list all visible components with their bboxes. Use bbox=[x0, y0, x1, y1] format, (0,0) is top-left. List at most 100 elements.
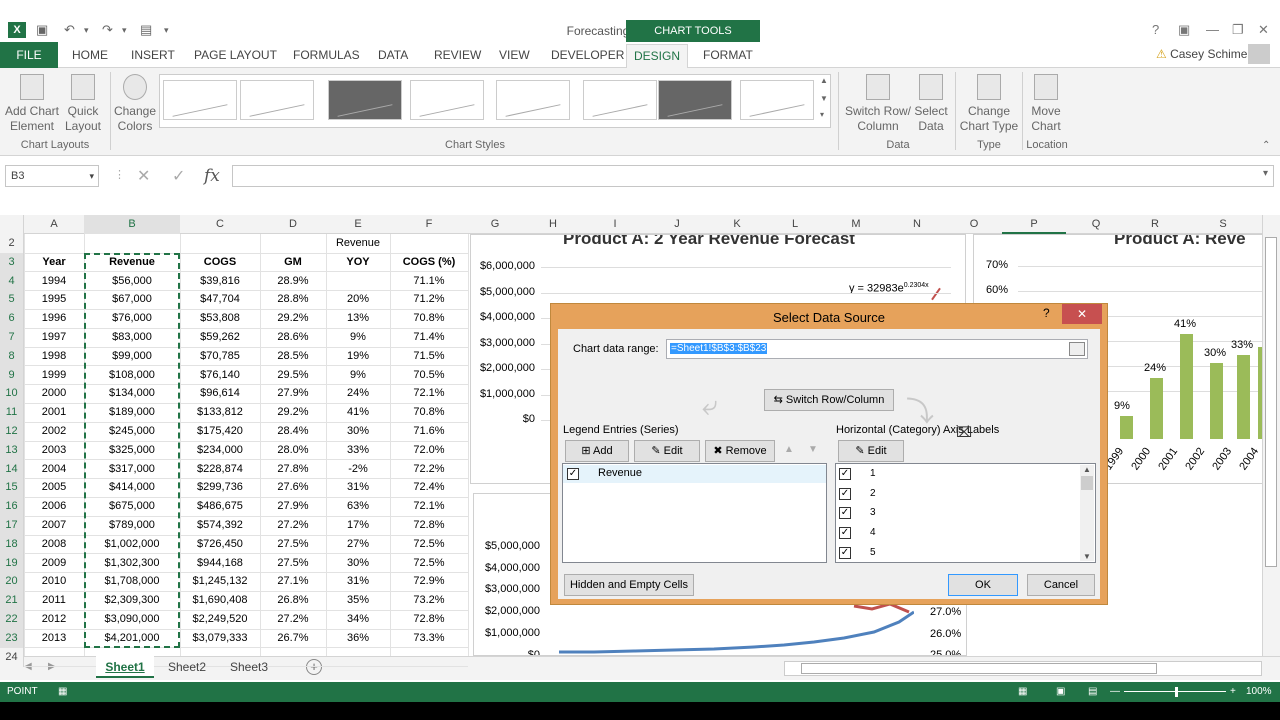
table-cell[interactable]: $299,736 bbox=[180, 478, 260, 497]
table-cell[interactable]: 1996 bbox=[24, 309, 84, 328]
table-cell[interactable]: 70.8% bbox=[390, 309, 468, 328]
row-header-22[interactable]: 22 bbox=[0, 610, 24, 629]
chart-style-thumb[interactable] bbox=[163, 80, 237, 120]
table-cell[interactable]: 71.2% bbox=[390, 290, 468, 309]
table-cell[interactable]: 2002 bbox=[24, 422, 84, 441]
row-header-12[interactable]: 12 bbox=[0, 422, 24, 441]
row-header-15[interactable]: 15 bbox=[0, 478, 24, 498]
row-header-10[interactable]: 10 bbox=[0, 384, 24, 404]
table-cell[interactable]: 33% bbox=[326, 441, 390, 460]
table-cell[interactable]: 2009 bbox=[24, 554, 84, 573]
tab-home[interactable]: HOME bbox=[72, 47, 108, 67]
table-cell[interactable]: $234,000 bbox=[180, 441, 260, 460]
table-cell[interactable]: 30% bbox=[326, 422, 390, 441]
row-header-18[interactable]: 18 bbox=[0, 534, 24, 554]
column-header-c[interactable]: C bbox=[180, 215, 260, 234]
row-header-13[interactable]: 13 bbox=[0, 440, 24, 460]
yoy-bar[interactable] bbox=[1237, 354, 1250, 439]
row-header-2[interactable]: 2 bbox=[0, 234, 24, 253]
table-cell[interactable]: $47,704 bbox=[180, 290, 260, 309]
table-cell[interactable]: 29.2% bbox=[260, 403, 326, 422]
row-header-4[interactable]: 4 bbox=[0, 271, 24, 291]
column-header-m[interactable]: M bbox=[824, 215, 888, 234]
table-cell[interactable]: $2,249,520 bbox=[180, 610, 260, 629]
dialog-close-button[interactable]: ✕ bbox=[1062, 304, 1102, 324]
table-cell[interactable]: -2% bbox=[326, 460, 390, 479]
tab-review[interactable]: REVIEW bbox=[434, 47, 481, 67]
chart-style-thumb[interactable] bbox=[496, 80, 570, 120]
table-cell[interactable]: 2004 bbox=[24, 460, 84, 479]
column-header-h[interactable]: H bbox=[522, 215, 584, 234]
table-cell[interactable]: 27.9% bbox=[260, 497, 326, 516]
table-cell[interactable]: 1998 bbox=[24, 347, 84, 366]
cancel-entry-icon[interactable]: ✕ bbox=[137, 166, 150, 186]
restore-icon[interactable]: ❐ bbox=[1232, 22, 1244, 38]
chart-style-thumb[interactable] bbox=[410, 80, 484, 120]
row-header-19[interactable]: 19 bbox=[0, 553, 24, 573]
tab-page-layout[interactable]: PAGE LAYOUT bbox=[194, 47, 277, 67]
table-cell[interactable]: 72.9% bbox=[390, 572, 468, 591]
table-cell[interactable]: 2013 bbox=[24, 629, 84, 648]
table-cell[interactable]: $486,675 bbox=[180, 497, 260, 516]
table-cell[interactable]: 28.8% bbox=[260, 290, 326, 309]
table-cell[interactable]: 72.2% bbox=[390, 460, 468, 479]
table-cell[interactable]: $574,392 bbox=[180, 516, 260, 535]
collapse-ribbon-icon[interactable]: ⌃ bbox=[1262, 140, 1270, 151]
category-list-item[interactable]: ✓ 2 bbox=[836, 485, 1078, 503]
zoom-thumb[interactable] bbox=[1175, 687, 1178, 697]
table-cell[interactable]: $1,245,132 bbox=[180, 572, 260, 591]
row-header-5[interactable]: 5 bbox=[0, 290, 24, 310]
table-cell[interactable]: 28.5% bbox=[260, 347, 326, 366]
table-cell[interactable]: 27.1% bbox=[260, 572, 326, 591]
table-cell[interactable]: 2001 bbox=[24, 403, 84, 422]
table-cell[interactable]: 71.6% bbox=[390, 422, 468, 441]
table-cell[interactable]: $59,262 bbox=[180, 328, 260, 347]
chart-style-thumb[interactable] bbox=[740, 80, 814, 120]
change-colors-button[interactable]: Change Colors bbox=[112, 74, 158, 134]
table-cell[interactable]: 1995 bbox=[24, 290, 84, 309]
category-checkbox[interactable]: ✓ bbox=[839, 468, 851, 480]
table-cell[interactable]: 27.9% bbox=[260, 384, 326, 403]
column-header-j[interactable]: J bbox=[646, 215, 708, 234]
axis-list-scrollbar[interactable]: ▲ ▼ bbox=[1080, 465, 1094, 561]
edit-axis-button[interactable]: ✎ Edit bbox=[838, 440, 904, 462]
category-list-item[interactable]: ✓ 1 bbox=[836, 465, 1078, 483]
sheet-tab-sheet1[interactable]: Sheet1 bbox=[96, 656, 154, 678]
table-cell[interactable]: 1994 bbox=[24, 272, 84, 291]
table-cell[interactable]: 72.5% bbox=[390, 535, 468, 554]
table-cell[interactable]: 2010 bbox=[24, 572, 84, 591]
column-header-r[interactable]: R bbox=[1126, 215, 1184, 234]
column-header-f[interactable]: F bbox=[390, 215, 468, 234]
confirm-entry-icon[interactable]: ✓ bbox=[172, 166, 185, 186]
move-down-icon[interactable]: ▼ bbox=[808, 444, 818, 455]
scroll-thumb[interactable] bbox=[1081, 476, 1093, 490]
add-chart-element-button[interactable]: Add Chart Element bbox=[2, 74, 62, 134]
table-cell[interactable]: $228,874 bbox=[180, 460, 260, 479]
table-cell[interactable]: 72.1% bbox=[390, 497, 468, 516]
gallery-down-icon[interactable]: ▼ bbox=[820, 94, 828, 103]
table-cell[interactable]: 72.0% bbox=[390, 441, 468, 460]
dialog-help-icon[interactable]: ? bbox=[1043, 306, 1050, 320]
column-header-s[interactable]: S bbox=[1184, 215, 1262, 234]
table-cell[interactable]: 63% bbox=[326, 497, 390, 516]
table-cell[interactable]: $3,079,333 bbox=[180, 629, 260, 648]
row-header-6[interactable]: 6 bbox=[0, 309, 24, 329]
quick-layout-button[interactable]: Quick Layout bbox=[60, 74, 106, 134]
column-header-p[interactable]: P bbox=[1002, 215, 1066, 234]
table-cell[interactable]: 28.0% bbox=[260, 441, 326, 460]
scroll-up-icon[interactable]: ▲ bbox=[1080, 465, 1094, 474]
chart-style-thumb[interactable] bbox=[583, 80, 657, 120]
table-cell[interactable]: $726,450 bbox=[180, 535, 260, 554]
column-header-o[interactable]: O bbox=[946, 215, 1002, 234]
close-icon[interactable]: ✕ bbox=[1258, 22, 1269, 38]
insert-function-icon[interactable]: fx bbox=[204, 166, 220, 186]
column-header-b[interactable]: B bbox=[84, 215, 180, 234]
table-cell[interactable]: 28.9% bbox=[260, 272, 326, 291]
expand-formula-bar-icon[interactable]: ▾ bbox=[1263, 168, 1268, 179]
chart-data-range-input[interactable]: =Sheet1!$B$3:$B$23 bbox=[666, 339, 1088, 359]
table-cell[interactable]: 72.1% bbox=[390, 384, 468, 403]
row-header-9[interactable]: 9 bbox=[0, 365, 24, 385]
table-cell[interactable]: 27.5% bbox=[260, 535, 326, 554]
table-cell[interactable]: 20% bbox=[326, 290, 390, 309]
tab-view[interactable]: VIEW bbox=[499, 47, 530, 67]
